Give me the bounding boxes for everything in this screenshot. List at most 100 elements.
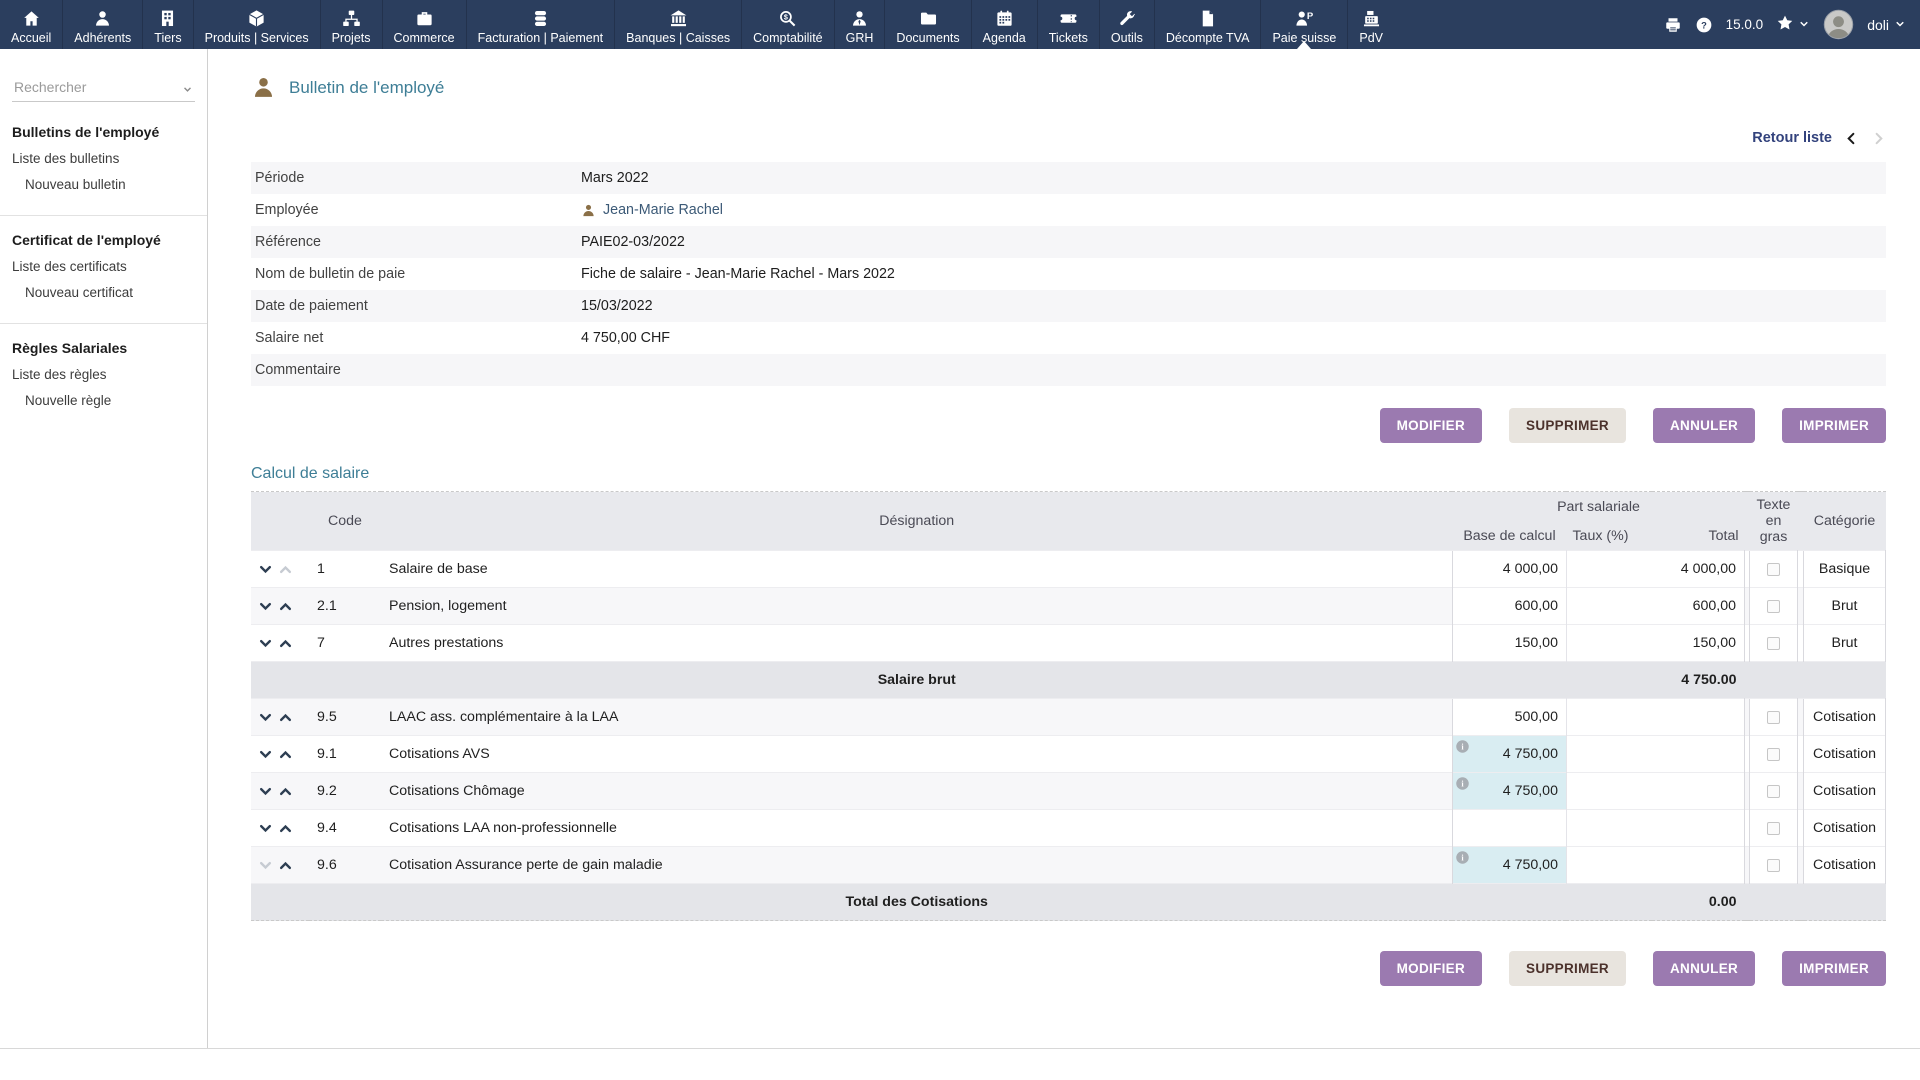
bookmarks-menu[interactable] <box>1776 14 1810 35</box>
base-cell: 4 000,00 <box>1452 551 1566 588</box>
print-icon[interactable] <box>1664 16 1682 34</box>
move-up-button[interactable] <box>279 600 292 613</box>
menu-outils[interactable]: Outils <box>1099 0 1154 49</box>
delete-button[interactable]: SUPPRIMER <box>1509 951 1626 986</box>
menu-facturation-paiement[interactable]: Facturation | Paiement <box>466 0 615 49</box>
field-label: Commentaire <box>255 362 581 378</box>
move-down-button[interactable] <box>259 600 272 613</box>
bold-text-checkbox[interactable] <box>1767 822 1780 835</box>
print-button[interactable]: IMPRIMER <box>1782 408 1886 443</box>
info-icon[interactable]: i <box>1455 850 1470 865</box>
menu-banques-caisses[interactable]: Banques | Caisses <box>614 0 741 49</box>
move-down-button[interactable] <box>259 748 272 761</box>
salary-calc-title: Calcul de salaire <box>251 465 1886 483</box>
back-to-list-link[interactable]: Retour liste <box>1752 130 1832 146</box>
code-cell: 9.1 <box>309 736 381 773</box>
total-cell: 600,00 <box>1652 588 1744 625</box>
help-icon[interactable]: ? <box>1695 16 1713 34</box>
move-down-button[interactable] <box>259 637 272 650</box>
move-down-button[interactable] <box>259 563 272 576</box>
user-avatar[interactable] <box>1823 9 1854 40</box>
bold-text-cell <box>1750 847 1798 884</box>
accountancy-icon: $ <box>778 9 797 28</box>
category-cell: Cotisation <box>1804 699 1886 736</box>
field-value[interactable]: Jean-Marie Rachel <box>581 202 723 218</box>
move-up-button[interactable] <box>279 822 292 835</box>
rate-cell <box>1566 810 1652 847</box>
field-label: Employée <box>255 202 581 218</box>
user-menu[interactable]: doli <box>1867 17 1906 33</box>
move-up-button[interactable] <box>279 859 292 872</box>
menu-produits-services[interactable]: Produits | Services <box>193 0 320 49</box>
bold-text-checkbox[interactable] <box>1767 711 1780 724</box>
sidebar-item[interactable]: Nouveau bulletin <box>12 177 195 192</box>
info-icon[interactable]: i <box>1455 776 1470 791</box>
menu-pdv[interactable]: PdV <box>1347 0 1394 49</box>
cancel-button[interactable]: ANNULER <box>1653 408 1755 443</box>
menu-commerce[interactable]: Commerce <box>382 0 466 49</box>
info-icon[interactable]: i <box>1455 739 1470 754</box>
sidebar-item[interactable]: Liste des bulletins <box>12 151 195 166</box>
base-cell <box>1452 810 1566 847</box>
move-up-button[interactable] <box>279 637 292 650</box>
move-down-button[interactable] <box>259 785 272 798</box>
category-cell: Cotisation <box>1804 736 1886 773</box>
menu-label: Commerce <box>394 31 455 45</box>
rate-cell <box>1566 736 1652 773</box>
move-down-button[interactable] <box>259 711 272 724</box>
total-cell <box>1652 810 1744 847</box>
menu-grh[interactable]: GRH <box>834 0 885 49</box>
menu-adherents[interactable]: Adhérents <box>62 0 142 49</box>
modify-button[interactable]: MODIFIER <box>1380 951 1482 986</box>
menu-paie-suisse[interactable]: PPaie suisse <box>1260 0 1347 49</box>
designation-cell: Salaire de base <box>381 551 1452 588</box>
category-cell: Cotisation <box>1804 810 1886 847</box>
billing-payment-icon <box>531 9 550 28</box>
search-input[interactable] <box>12 75 195 102</box>
designation-cell: Autres prestations <box>381 625 1452 662</box>
bold-text-cell <box>1750 736 1798 773</box>
menu-agenda[interactable]: Agenda <box>971 0 1037 49</box>
menu-documents[interactable]: Documents <box>884 0 970 49</box>
modify-button[interactable]: MODIFIER <box>1380 408 1482 443</box>
move-up-button[interactable] <box>279 785 292 798</box>
menu-tiers[interactable]: Tiers <box>142 0 192 49</box>
bold-text-cell <box>1750 810 1798 847</box>
menu-comptabilite[interactable]: $Comptabilité <box>741 0 833 49</box>
rate-cell <box>1566 773 1652 810</box>
move-down-button[interactable] <box>259 822 272 835</box>
menu-accueil[interactable]: Accueil <box>0 0 62 49</box>
sidebar-item[interactable]: Nouvelle règle <box>12 393 195 408</box>
bold-text-checkbox[interactable] <box>1767 785 1780 798</box>
svg-text:$: $ <box>784 14 788 22</box>
move-up-button[interactable] <box>279 748 292 761</box>
base-cell: 500,00 <box>1452 699 1566 736</box>
previous-record-arrow[interactable] <box>1844 131 1859 146</box>
menu-tickets[interactable]: Tickets <box>1037 0 1099 49</box>
bold-text-checkbox[interactable] <box>1767 600 1780 613</box>
print-button[interactable]: IMPRIMER <box>1782 951 1886 986</box>
field-row: EmployéeJean-Marie Rachel <box>251 194 1886 226</box>
base-cell: i4 750,00 <box>1452 736 1566 773</box>
bold-text-checkbox[interactable] <box>1767 637 1780 650</box>
bold-text-checkbox[interactable] <box>1767 748 1780 761</box>
subtotal-value: 0.00 <box>1652 884 1744 921</box>
members-icon <box>93 9 112 28</box>
sidebar-item[interactable]: Liste des règles <box>12 367 195 382</box>
menu-decompte-tva[interactable]: Décompte TVA <box>1154 0 1261 49</box>
projects-icon <box>342 9 361 28</box>
total-cell <box>1652 736 1744 773</box>
delete-button[interactable]: SUPPRIMER <box>1509 408 1626 443</box>
menu-label: Produits | Services <box>205 31 309 45</box>
menu-projets[interactable]: Projets <box>320 0 382 49</box>
field-row: Commentaire <box>251 354 1886 386</box>
chevron-down-icon[interactable] <box>182 82 193 98</box>
move-up-button[interactable] <box>279 711 292 724</box>
salary-row: 9.4Cotisations LAA non-professionnelleCo… <box>251 810 1886 847</box>
cancel-button[interactable]: ANNULER <box>1653 951 1755 986</box>
sidebar-item[interactable]: Nouveau certificat <box>12 285 195 300</box>
sidebar-item[interactable]: Liste des certificats <box>12 259 195 274</box>
bold-text-checkbox[interactable] <box>1767 859 1780 872</box>
base-column-header: Base de calcul <box>1452 521 1566 551</box>
bold-text-checkbox[interactable] <box>1767 563 1780 576</box>
